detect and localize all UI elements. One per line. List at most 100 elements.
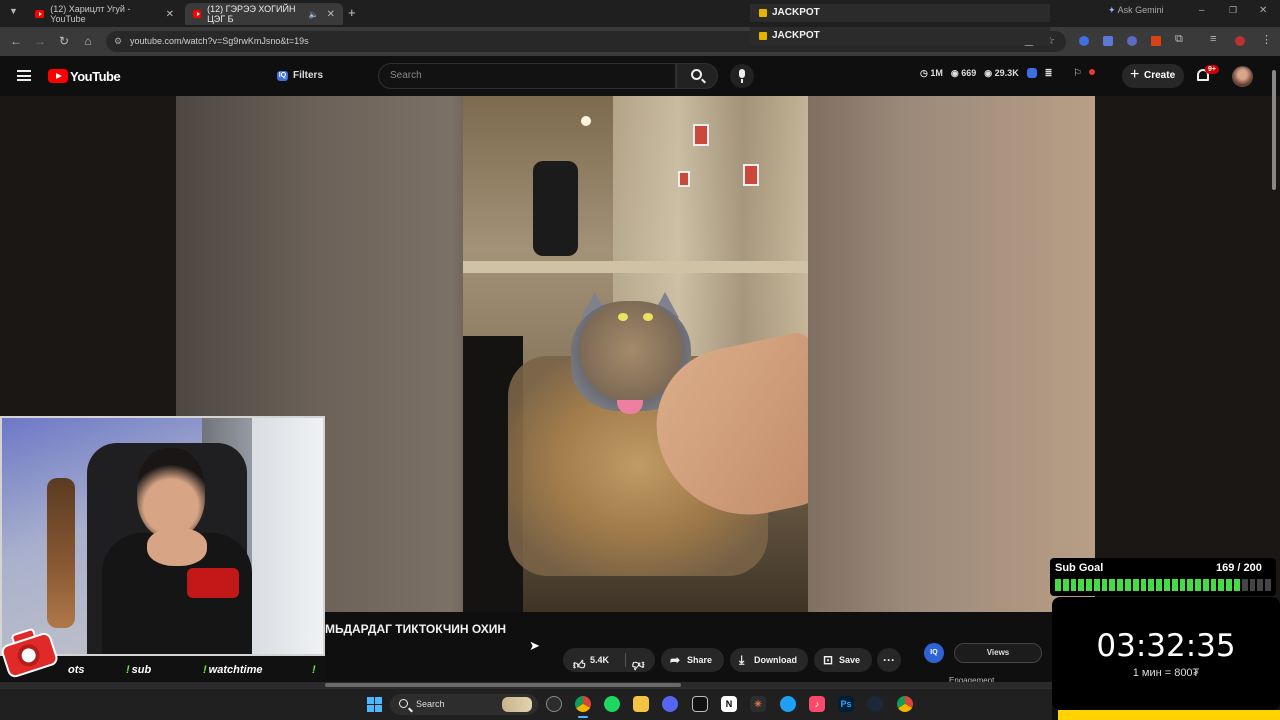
search-button[interactable] bbox=[676, 63, 718, 89]
sub-goal-count: 169 / 200 bbox=[1216, 562, 1262, 574]
streamer-head bbox=[137, 448, 205, 538]
share-label: Share bbox=[687, 655, 713, 665]
sub-goal-segment bbox=[1148, 579, 1155, 591]
microphone-icon[interactable] bbox=[730, 64, 754, 88]
back-button[interactable]: ← bbox=[8, 33, 24, 49]
stat-total: ◉ 29.3K bbox=[984, 68, 1018, 79]
tab-1[interactable]: (12) Харицлт Угуй - YouTube ✕ bbox=[27, 3, 182, 25]
thumbs-down-icon[interactable]: 👍︎ bbox=[632, 653, 645, 677]
avatar[interactable] bbox=[1232, 66, 1253, 87]
site-info-icon[interactable]: ⚙ bbox=[114, 31, 122, 52]
vertical-scrollbar-thumb[interactable] bbox=[1272, 70, 1276, 190]
youtube-logo-icon[interactable] bbox=[48, 69, 68, 83]
sub-goal-segment bbox=[1163, 579, 1170, 591]
tab-2[interactable]: (12) ГЭРЭЭ ХОГИЙН ЦЭГ Б 🔈 ✕ bbox=[185, 3, 343, 25]
sub-goal-progress bbox=[1055, 579, 1271, 591]
bang-mark: ! bbox=[126, 664, 130, 676]
menu-icon[interactable] bbox=[17, 70, 31, 81]
tab-list-dropdown-icon[interactable]: ▼ bbox=[9, 6, 18, 16]
sub-goal-segment bbox=[1109, 579, 1116, 591]
bookmark-icon: ⊡ bbox=[823, 653, 834, 667]
close-icon[interactable]: ✕ bbox=[327, 9, 335, 20]
discord-icon[interactable] bbox=[662, 696, 678, 712]
close-window-button[interactable]: ✕ bbox=[1259, 5, 1267, 16]
new-tab-button[interactable]: + bbox=[348, 5, 356, 20]
search-placeholder: Search bbox=[390, 70, 422, 81]
list-icon[interactable]: ≣ bbox=[1045, 68, 1053, 79]
extension-1-icon[interactable] bbox=[1079, 36, 1089, 46]
chrome-icon[interactable] bbox=[897, 696, 913, 712]
sub-goal-segment bbox=[1055, 579, 1061, 591]
extensions-puzzle-icon[interactable]: ⧉ bbox=[1175, 33, 1183, 46]
more-actions-button[interactable]: ··· bbox=[877, 648, 901, 672]
download-button[interactable]: ⤓ Download bbox=[730, 648, 808, 672]
views-tab[interactable]: Views bbox=[954, 643, 1042, 663]
taskbar-search[interactable]: Search bbox=[390, 694, 538, 715]
iq-extension-icon[interactable] bbox=[1026, 68, 1037, 78]
download-icon: ⤓ bbox=[739, 653, 745, 667]
youtube-favicon-icon bbox=[35, 10, 45, 18]
shelf bbox=[463, 261, 808, 273]
save-button[interactable]: ⊡ Save bbox=[814, 648, 872, 672]
sub-goal-segment bbox=[1093, 579, 1100, 591]
chrome-menu-icon[interactable]: ⋮ bbox=[1261, 33, 1272, 46]
ask-gemini-button[interactable]: ✦ Ask Gemini bbox=[1108, 5, 1164, 16]
red-tag bbox=[693, 124, 709, 146]
search-input[interactable]: Search bbox=[378, 63, 676, 89]
speaker-icon[interactable]: 🔈 bbox=[309, 10, 319, 19]
sub-goal-segment bbox=[1101, 579, 1108, 591]
like-count[interactable]: 5.4K bbox=[590, 648, 609, 672]
capcut-icon[interactable] bbox=[692, 696, 708, 712]
channel-stats: ◷ 1M ◉ 669 ◉ 29.3K ≣ bbox=[920, 68, 1052, 79]
stat-value: 1M bbox=[930, 68, 943, 78]
red-tag bbox=[743, 164, 759, 186]
sub-goal-segment bbox=[1241, 579, 1248, 591]
maximize-button[interactable]: ❐ bbox=[1229, 5, 1237, 16]
sub-goal-segment bbox=[1265, 579, 1271, 591]
close-icon[interactable]: ✕ bbox=[166, 9, 174, 20]
scrollbar-thumb[interactable] bbox=[325, 683, 681, 687]
folder-icon[interactable] bbox=[633, 696, 649, 712]
extension-4-icon[interactable] bbox=[1151, 36, 1161, 46]
photoshop-icon[interactable]: Ps bbox=[838, 696, 854, 712]
youtube-logo-text[interactable]: YouTube bbox=[70, 69, 121, 84]
jackpot-bar-2: JACKPOT bbox=[750, 27, 1050, 45]
stat-views: ◉ 669 bbox=[951, 68, 976, 79]
live-icon[interactable] bbox=[1089, 69, 1095, 75]
subathon-timer: 03:32:35 bbox=[1096, 628, 1236, 664]
video-frame[interactable] bbox=[463, 96, 808, 612]
reading-list-icon[interactable]: ≡ bbox=[1210, 33, 1216, 45]
chrome-icon[interactable] bbox=[575, 696, 591, 712]
reload-button[interactable]: ↻ bbox=[56, 33, 72, 49]
profile-icon[interactable] bbox=[1235, 36, 1245, 46]
ask-gemini-label: Ask Gemini bbox=[1117, 5, 1164, 15]
toy-eye bbox=[618, 313, 628, 321]
forward-button[interactable]: → bbox=[32, 33, 48, 49]
extension-2-icon[interactable] bbox=[1103, 36, 1113, 46]
windows-start-icon[interactable] bbox=[367, 697, 382, 712]
home-icon[interactable]: ⌂ bbox=[80, 33, 96, 49]
extension-3-icon[interactable] bbox=[1127, 36, 1137, 46]
url-text: youtube.com/watch?v=Sg9rwKmJsno&t=19s bbox=[130, 36, 309, 46]
flag-icon[interactable]: ⚐ bbox=[1073, 68, 1082, 79]
filters-button[interactable]: IQ Filters bbox=[275, 65, 323, 87]
create-button[interactable]: Create bbox=[1122, 63, 1184, 88]
red-device bbox=[187, 568, 239, 598]
streamer-hands bbox=[147, 528, 207, 566]
music-icon[interactable]: ♪ bbox=[809, 696, 825, 712]
share-button[interactable]: ➦ Share bbox=[661, 648, 724, 672]
edge-icon[interactable] bbox=[780, 696, 796, 712]
red-tag bbox=[678, 171, 690, 187]
minimize-button[interactable]: – bbox=[1199, 5, 1205, 16]
thumbs-up-icon[interactable]: 👍︎ bbox=[573, 653, 586, 677]
claude-icon[interactable]: ✳ bbox=[750, 696, 766, 712]
iq-button[interactable]: IQ bbox=[924, 643, 944, 663]
spotify-icon[interactable] bbox=[604, 696, 620, 712]
chatgpt-icon[interactable] bbox=[546, 696, 562, 712]
command-sub: ! sub bbox=[126, 664, 151, 676]
steam-icon[interactable] bbox=[867, 696, 883, 712]
jackpot-label: JACKPOT bbox=[772, 30, 820, 41]
command-text: sub bbox=[131, 664, 152, 676]
command-partial: ! bbox=[312, 664, 316, 676]
notion-icon[interactable]: N bbox=[721, 696, 737, 712]
